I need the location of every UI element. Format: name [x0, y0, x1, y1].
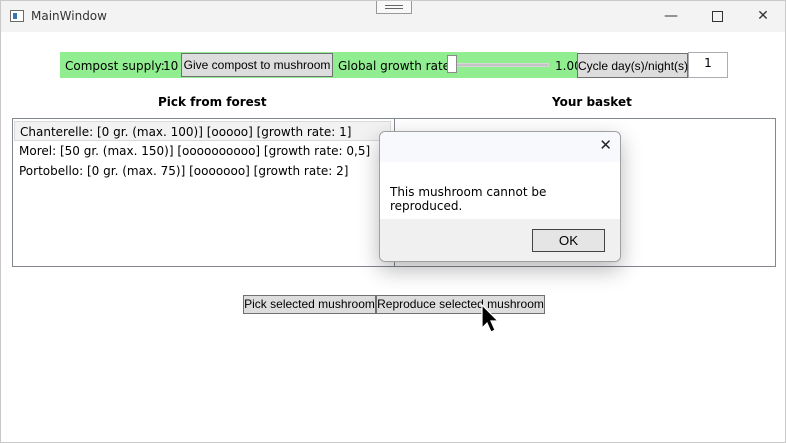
list-item[interactable]: Portobello: [0 gr. (max. 75)] [ooooooo] … — [14, 161, 391, 181]
reproduce-button[interactable]: Reproduce selected mushroom — [376, 295, 545, 314]
dialog-close-icon[interactable]: ✕ — [599, 136, 612, 154]
dialog-title-bar[interactable]: ✕ — [380, 132, 620, 162]
forest-list[interactable]: Chanterelle: [0 gr. (max. 100)] [ooooo] … — [12, 118, 395, 267]
app-window-icon — [10, 10, 24, 22]
cycle-count-input[interactable]: 1 — [688, 52, 728, 78]
close-icon: ✕ — [757, 8, 769, 24]
window-title: MainWindow — [31, 9, 107, 23]
mouse-pointer-icon — [481, 304, 500, 333]
list-item[interactable]: Morel: [50 gr. (max. 150)] [oooooooooo] … — [14, 141, 391, 161]
main-window: MainWindow — ✕ Compost supply: 10 Give c… — [0, 0, 786, 443]
compost-supply-label: Compost supply: — [65, 59, 165, 73]
slider-track — [447, 63, 549, 67]
cycle-button[interactable]: Cycle day(s)/night(s) — [577, 53, 688, 78]
growth-rate-slider[interactable] — [443, 54, 553, 76]
maximize-icon — [711, 10, 723, 22]
list-item[interactable]: Chanterelle: [0 gr. (max. 100)] [ooooo] … — [14, 121, 391, 141]
growth-rate-label: Global growth rate: — [338, 59, 455, 73]
basket-header: Your basket — [552, 95, 632, 109]
dialog-footer: OK — [380, 219, 620, 261]
slider-thumb[interactable] — [447, 55, 457, 73]
give-compost-button[interactable]: Give compost to mushroom — [181, 53, 333, 77]
title-bar[interactable]: MainWindow — ✕ — [1, 1, 785, 32]
pick-button[interactable]: Pick selected mushroom — [243, 295, 376, 314]
compost-supply-value: 10 — [163, 59, 179, 73]
maximize-button[interactable] — [694, 1, 740, 32]
close-window-button[interactable]: ✕ — [740, 1, 786, 32]
message-dialog: ✕ This mushroom cannot be reproduced. OK — [379, 131, 621, 262]
forest-header: Pick from forest — [158, 95, 267, 109]
drag-handle-icon[interactable] — [376, 1, 412, 14]
dialog-message: This mushroom cannot be reproduced. — [390, 185, 547, 213]
controls-panel: Compost supply: 10 Give compost to mushr… — [60, 52, 582, 78]
minimize-button[interactable]: — — [648, 1, 694, 32]
ok-button[interactable]: OK — [532, 229, 605, 252]
minimize-icon: — — [664, 8, 678, 24]
